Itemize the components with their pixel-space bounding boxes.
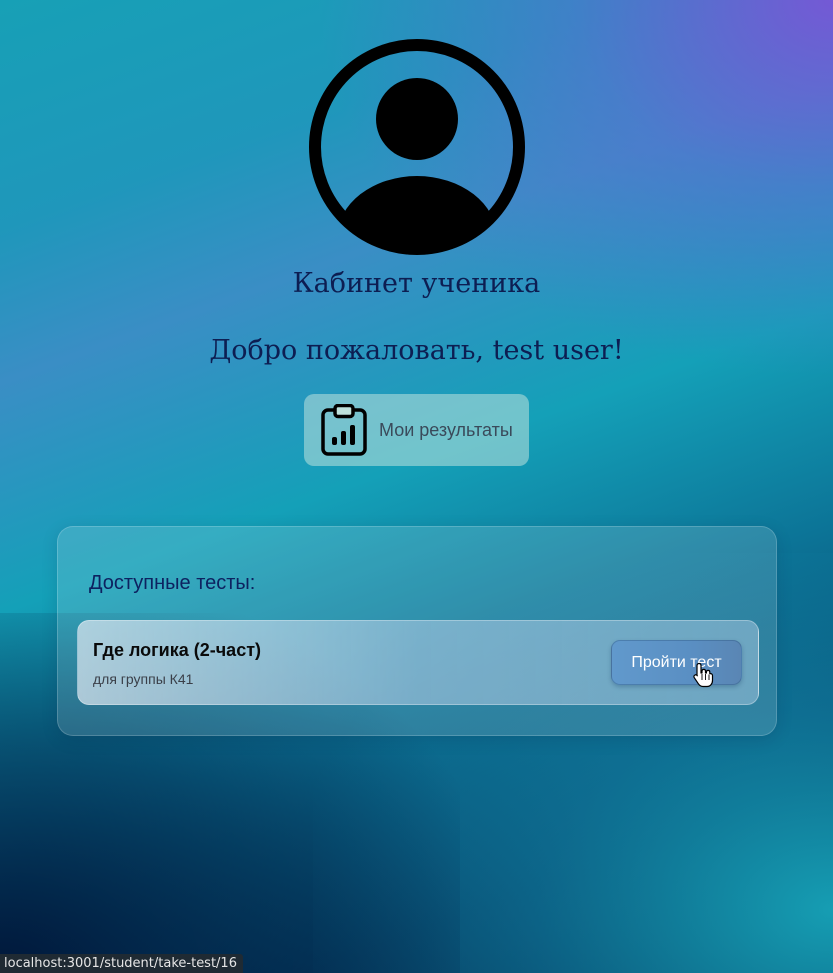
my-results-button[interactable]: Мои результаты xyxy=(304,394,529,466)
clipboard-chart-icon xyxy=(321,404,367,456)
available-tests-title: Доступные тесты: xyxy=(89,572,256,594)
user-avatar-icon xyxy=(309,39,525,255)
welcome-message: Добро пожаловать, test user! xyxy=(209,335,624,366)
test-name: Где логика (2-част) xyxy=(93,640,262,660)
test-group: для группы К41 xyxy=(93,671,194,687)
available-tests-panel: Доступные тесты: Где логика (2-част) для… xyxy=(57,526,777,736)
test-card: Где логика (2-част) для группы К41 Пройт… xyxy=(77,620,759,705)
status-bar-url: localhost:3001/student/take-test/16 xyxy=(0,954,243,973)
take-test-button[interactable]: Пройти тест xyxy=(611,640,742,685)
hand-pointer-icon xyxy=(693,662,714,688)
my-results-label: Мои результаты xyxy=(379,419,513,440)
page-title: Кабинет ученика xyxy=(292,268,541,299)
